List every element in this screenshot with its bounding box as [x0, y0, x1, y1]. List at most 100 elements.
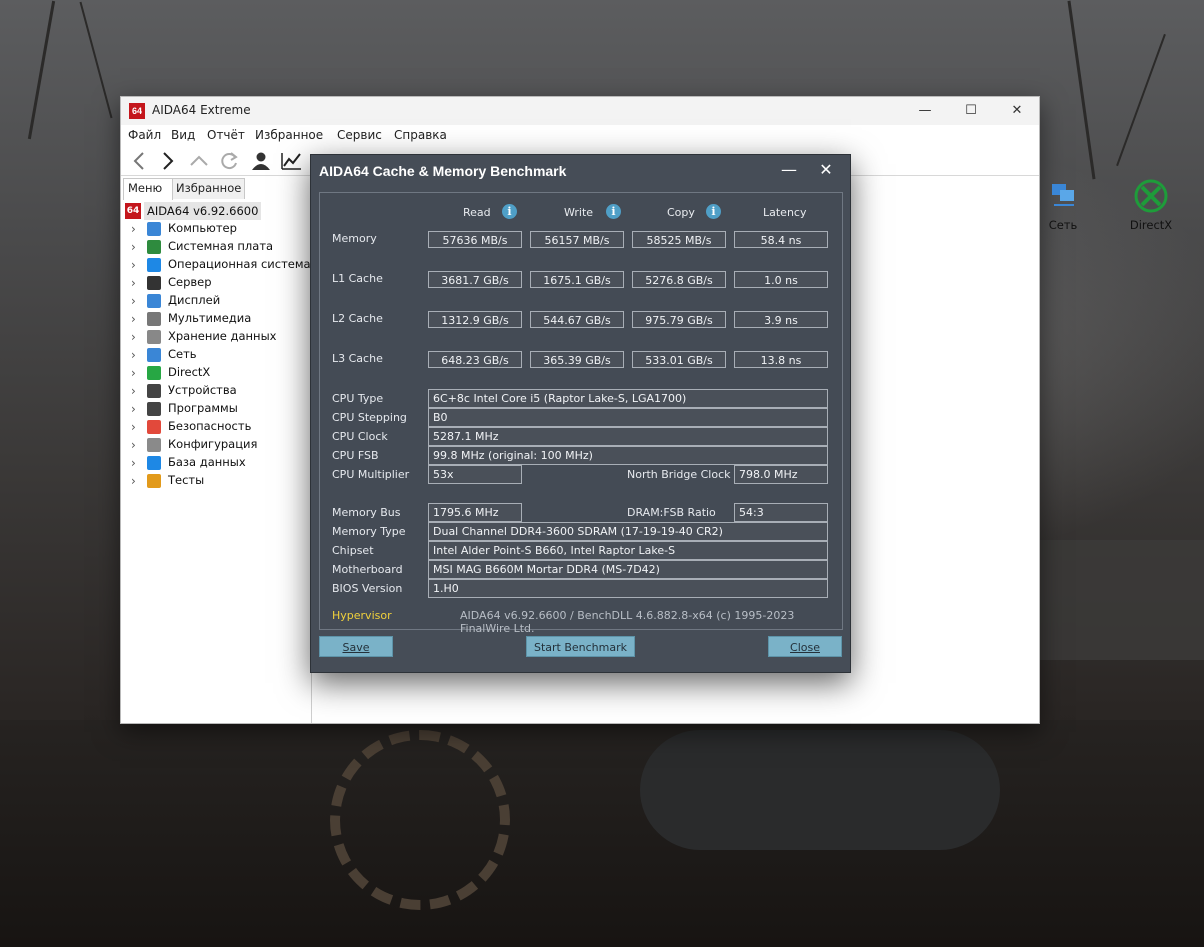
tree-item-label: Дисплей: [168, 293, 221, 307]
server-icon: [147, 276, 161, 290]
tree-item-label: Компьютер: [168, 221, 237, 235]
tree-item[interactable]: › Конфигурация: [125, 436, 309, 454]
content-network-item[interactable]: Сеть: [1028, 178, 1098, 238]
l2-copy-value: 975.79 GB/s: [632, 311, 726, 328]
menu-report[interactable]: Отчёт: [207, 128, 245, 142]
chevron-right-icon[interactable]: ›: [131, 330, 136, 344]
l3-latency-value: 13.8 ns: [734, 351, 828, 368]
back-icon[interactable]: [127, 149, 153, 173]
user-icon[interactable]: [249, 149, 275, 173]
tree-item[interactable]: › Хранение данных: [125, 328, 309, 346]
minimize-button[interactable]: —: [903, 100, 947, 122]
chevron-right-icon[interactable]: ›: [131, 240, 136, 254]
chevron-right-icon[interactable]: ›: [131, 222, 136, 236]
close-window-button[interactable]: ✕: [995, 100, 1039, 122]
tree-item[interactable]: › Дисплей: [125, 292, 309, 310]
l2-read-value: 1312.9 GB/s: [428, 311, 522, 328]
tree-root[interactable]: 64 AIDA64 v6.92.6600: [125, 202, 305, 220]
tree-item[interactable]: › Безопасность: [125, 418, 309, 436]
benchmark-minimize-button[interactable]: —: [774, 157, 804, 183]
tree-item[interactable]: › Сервер: [125, 274, 309, 292]
aida64-logo-icon: 64: [125, 203, 141, 219]
chevron-right-icon[interactable]: ›: [131, 456, 136, 470]
bios-value: 1.H0: [428, 579, 828, 598]
tree-item[interactable]: › Сеть: [125, 346, 309, 364]
menu-bar: Файл Вид Отчёт Избранное Сервис Справка: [121, 125, 1039, 147]
chevron-right-icon[interactable]: ›: [131, 276, 136, 290]
tree-item-label: База данных: [168, 455, 246, 469]
start-benchmark-button[interactable]: Start Benchmark: [526, 636, 635, 657]
computer-icon: [147, 222, 161, 236]
tree-item[interactable]: › Компьютер: [125, 220, 309, 238]
chevron-right-icon[interactable]: ›: [131, 366, 136, 380]
menu-service[interactable]: Сервис: [337, 128, 382, 142]
chevron-right-icon[interactable]: ›: [131, 294, 136, 308]
forward-icon[interactable]: [155, 149, 181, 173]
sidebar: Меню Избранное 64 AIDA64 v6.92.6600 › Ком…: [121, 176, 312, 723]
tree-item[interactable]: › Системная плата: [125, 238, 309, 256]
tree-item-label: DirectX: [168, 365, 211, 379]
read-info-icon[interactable]: i: [502, 204, 517, 219]
benchmark-close-x-button[interactable]: ✕: [811, 157, 841, 183]
chipset-value: Intel Alder Point-S B660, Intel Raptor L…: [428, 541, 828, 560]
close-button[interactable]: Close: [768, 636, 842, 657]
tree-item[interactable]: › Программы: [125, 400, 309, 418]
save-button[interactable]: Save: [319, 636, 393, 657]
chevron-right-icon[interactable]: ›: [131, 348, 136, 362]
nb-clock-value: 798.0 MHz: [734, 465, 828, 484]
tree-root-label: AIDA64 v6.92.6600: [144, 202, 262, 220]
chevron-right-icon[interactable]: ›: [131, 474, 136, 488]
row-label-memory: Memory: [332, 232, 377, 245]
nb-clock-label: North Bridge Clock: [627, 468, 731, 481]
chevron-right-icon[interactable]: ›: [131, 438, 136, 452]
content-directx-item[interactable]: DirectX: [1116, 178, 1186, 238]
refresh-icon[interactable]: [217, 149, 243, 173]
cpu-stepping-value: B0: [428, 408, 828, 427]
dram-ratio-value: 54:3: [734, 503, 828, 522]
tree-item-label: Операционная система: [168, 257, 311, 271]
col-header-latency: Latency: [763, 206, 807, 219]
copy-info-icon[interactable]: i: [706, 204, 721, 219]
save-button-label: Save: [342, 641, 370, 654]
tree-item[interactable]: › Мультимедиа: [125, 310, 309, 328]
tree-item[interactable]: › База данных: [125, 454, 309, 472]
maximize-button[interactable]: ☐: [949, 100, 993, 122]
tree-item-label: Тесты: [168, 473, 205, 487]
l3-write-value: 365.39 GB/s: [530, 351, 624, 368]
write-info-icon[interactable]: i: [606, 204, 621, 219]
l3-copy-value: 533.01 GB/s: [632, 351, 726, 368]
content-directx-label: DirectX: [1129, 218, 1173, 232]
motherboard-value: MSI MAG B660M Mortar DDR4 (MS-7D42): [428, 560, 828, 579]
l2-latency-value: 3.9 ns: [734, 311, 828, 328]
chevron-right-icon[interactable]: ›: [131, 258, 136, 272]
chipset-label: Chipset: [332, 544, 374, 557]
hypervisor-label: Hypervisor: [332, 609, 392, 622]
tree-item[interactable]: › DirectX: [125, 364, 309, 382]
menu-view[interactable]: Вид: [171, 128, 195, 142]
cpu-fsb-label: CPU FSB: [332, 449, 379, 462]
menu-file[interactable]: Файл: [128, 128, 161, 142]
cpu-clock-value: 5287.1 MHz: [428, 427, 828, 446]
l3-read-value: 648.23 GB/s: [428, 351, 522, 368]
tab-menu[interactable]: Меню: [123, 178, 173, 200]
chevron-right-icon[interactable]: ›: [131, 420, 136, 434]
tree-item[interactable]: › Операционная система: [125, 256, 311, 274]
chevron-right-icon[interactable]: ›: [131, 312, 136, 326]
memory-type-value: Dual Channel DDR4-3600 SDRAM (17-19-19-4…: [428, 522, 828, 541]
tree-item[interactable]: › Тесты: [125, 472, 309, 490]
memory-copy-value: 58525 MB/s: [632, 231, 726, 248]
chart-icon[interactable]: [279, 149, 305, 173]
chevron-right-icon[interactable]: ›: [131, 384, 136, 398]
tab-favorites[interactable]: Избранное: [171, 178, 245, 199]
motherboard-label: Motherboard: [332, 563, 403, 576]
tree-item[interactable]: › Устройства: [125, 382, 309, 400]
up-icon[interactable]: [187, 149, 213, 173]
menu-favorites[interactable]: Избранное: [255, 128, 323, 142]
start-benchmark-label: Start Benchmark: [533, 641, 628, 654]
network-icon: [147, 348, 161, 362]
database-icon: [147, 456, 161, 470]
menu-help[interactable]: Справка: [394, 128, 447, 142]
cpu-multiplier-label: CPU Multiplier: [332, 468, 410, 481]
chevron-right-icon[interactable]: ›: [131, 402, 136, 416]
tree-item-label: Конфигурация: [168, 437, 258, 451]
